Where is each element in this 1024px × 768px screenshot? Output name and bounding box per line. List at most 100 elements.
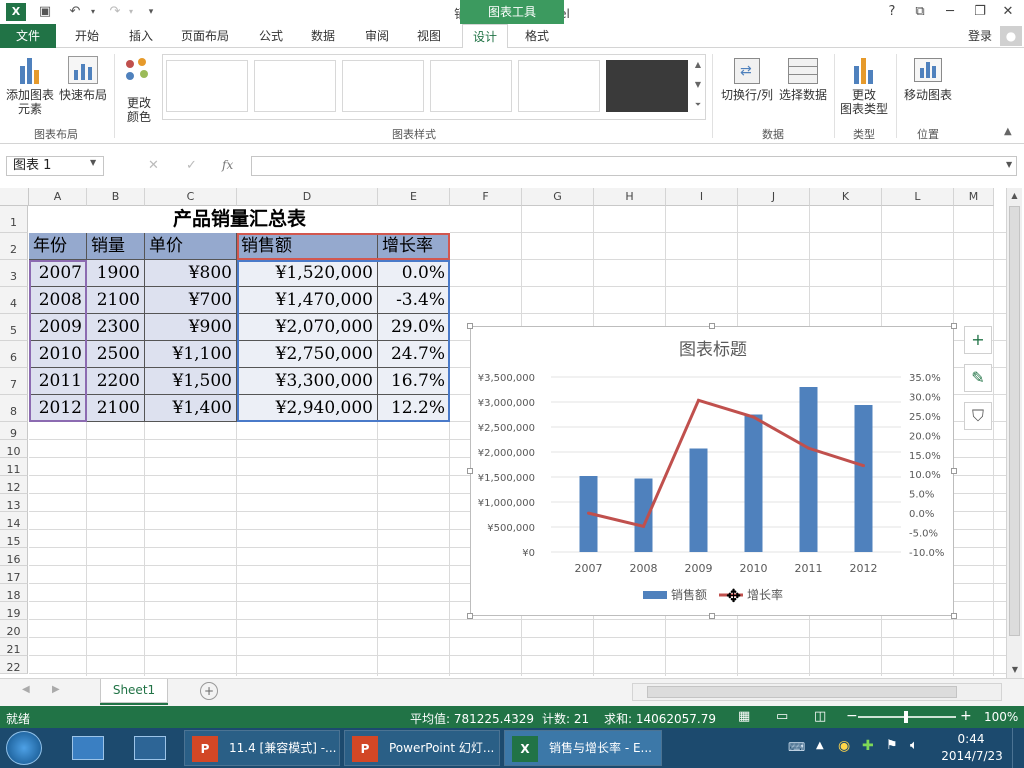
enter-icon[interactable]: ✓ [186,158,197,173]
sign-in-link[interactable]: 登录 [962,24,998,48]
insert-function-button[interactable]: fx [222,158,233,172]
flag-icon[interactable]: ⚑ [886,738,898,753]
tray-expand-icon[interactable]: ▲ [816,740,824,751]
chart-resize-handle[interactable] [709,613,715,619]
tab-design[interactable]: 设计 [462,24,508,48]
gallery-scroll-up-icon[interactable]: ▲ [692,56,704,74]
table-cell[interactable]: 2300 [87,314,145,341]
scroll-up-icon[interactable]: ▲ [1007,188,1022,204]
table-cell[interactable]: 2500 [87,341,145,368]
new-sheet-button[interactable]: + [200,682,218,700]
zoom-out-icon[interactable]: − [846,708,858,724]
change-colors-button[interactable]: 更改 颜色 [116,52,162,124]
table-cell[interactable]: ¥900 [145,314,237,341]
chart-style-thumbnail-3[interactable] [342,60,424,112]
select-data-button[interactable]: 选择数据 [778,52,828,102]
zoom-in-icon[interactable]: + [960,708,972,724]
page-break-view-icon[interactable]: ◫ [814,709,826,724]
tab-page-layout[interactable]: 页面布局 [172,24,238,48]
gallery-expand-icon[interactable]: ⏷ [692,96,704,114]
cancel-icon[interactable]: ✕ [148,158,159,173]
normal-view-icon[interactable]: ▦ [738,709,750,724]
chart-styles-button[interactable]: ✎ [964,364,992,392]
table-header-cell[interactable]: 单价 [145,233,237,260]
show-desktop-strip[interactable] [1012,728,1024,768]
sheet-tab-sheet1[interactable]: Sheet1 [100,679,168,703]
switch-row-column-button[interactable]: ⇄ 切换行/列 [718,52,776,102]
scrollbar-thumb[interactable] [1009,206,1020,636]
chart-resize-handle[interactable] [467,468,473,474]
prev-sheet-icon[interactable]: ◀ [22,684,30,695]
horizontal-scrollbar[interactable] [632,683,1002,701]
add-chart-element-button[interactable]: 添加图表 元素 [4,52,56,116]
horizontal-scrollbar-thumb[interactable] [647,686,957,698]
growth-rate-point [807,446,810,450]
table-cell[interactable]: ¥1,100 [145,341,237,368]
ribbon-display-options-icon[interactable]: ⧉ [908,2,932,22]
gallery-scroll-down-icon[interactable]: ▼ [692,76,704,94]
tab-file[interactable]: 文件 [0,24,56,48]
sheet-tabs-bar: ◀ ▶ Sheet1 + [0,678,1024,706]
formula-input[interactable] [251,156,1017,176]
tab-view[interactable]: 视图 [406,24,452,48]
worksheet[interactable]: A B C D E F G H I J K L M 1 2 3 4 5 6 7 8 9 10 11 12 13 14 15 16 17 18… [0,188,1008,676]
chart-style-thumbnail-1[interactable] [166,60,248,112]
scroll-down-icon[interactable]: ▼ [1007,662,1023,678]
next-sheet-icon[interactable]: ▶ [52,684,60,695]
page-layout-view-icon[interactable]: ▭ [776,709,788,724]
avatar[interactable]: ● [1000,26,1022,46]
name-box-dropdown-icon[interactable]: ▼ [90,158,96,167]
table-cell[interactable]: 2200 [87,368,145,395]
chart-resize-handle[interactable] [467,613,473,619]
expand-formula-bar-icon[interactable]: ▼ [1006,160,1012,169]
table-cell[interactable]: 2100 [87,395,145,422]
tab-format[interactable]: 格式 [514,24,560,48]
chart-style-thumbnail-5[interactable] [518,60,600,112]
restore-button[interactable]: ❐ [968,2,992,22]
quick-layout-button[interactable]: 快速布局 [58,52,108,102]
tray-app-icon[interactable]: ✚ [862,738,874,754]
clock-time[interactable]: 0:44 [944,732,998,746]
table-cell[interactable]: 1900 [87,260,145,287]
chart-style-thumbnail-4[interactable] [430,60,512,112]
chart-resize-handle[interactable] [951,468,957,474]
tab-insert[interactable]: 插入 [118,24,164,48]
table-cell[interactable]: ¥800 [145,260,237,287]
chart-resize-handle[interactable] [467,323,473,329]
clock-date[interactable]: 2014/7/23 [938,749,1006,763]
chart-resize-handle[interactable] [951,323,957,329]
table-cell[interactable]: ¥1,400 [145,395,237,422]
chart-style-thumbnail-2[interactable] [254,60,336,112]
table-cell[interactable]: 2100 [87,287,145,314]
keyboard-icon[interactable]: ⌨ [788,740,805,754]
table-cell[interactable]: ¥700 [145,287,237,314]
tab-formulas[interactable]: 公式 [248,24,294,48]
volume-icon[interactable]: 🔈︎ [910,738,918,753]
x-tick-label: 2010 [740,562,768,575]
minimize-button[interactable]: ─ [938,2,962,22]
zoom-slider-handle[interactable] [904,711,908,723]
move-chart-button[interactable]: 移动图表 [900,52,956,102]
tab-review[interactable]: 审阅 [354,24,400,48]
chart[interactable]: 图表标题 ¥3,500,000 ¥3,000,000 ¥2,500,000 ¥2,000… [470,326,954,616]
app-launcher-icon[interactable] [134,736,166,760]
chart-resize-handle[interactable] [709,323,715,329]
network-icon[interactable]: ◉ [838,738,850,754]
start-button[interactable] [6,731,42,765]
show-desktop-icon[interactable] [72,736,104,760]
close-button[interactable]: ✕ [996,2,1020,22]
table-header-cell[interactable]: 销量 [87,233,145,260]
table-header-cell[interactable]: 年份 [29,233,87,260]
tab-data[interactable]: 数据 [300,24,346,48]
tab-home[interactable]: 开始 [64,24,110,48]
table-cell[interactable]: ¥1,500 [145,368,237,395]
chart-elements-button[interactable]: + [964,326,992,354]
chart-filters-button[interactable]: ⛉ [964,402,992,430]
zoom-level[interactable]: 100% [984,710,1018,724]
change-chart-type-button[interactable]: 更改 图表类型 [838,52,890,116]
chart-resize-handle[interactable] [951,613,957,619]
help-button[interactable]: ? [880,2,904,22]
chart-style-thumbnail-6[interactable] [606,60,688,112]
vertical-scrollbar[interactable]: ▲ ▼ [1006,188,1022,678]
collapse-ribbon-icon[interactable]: ▲ [1004,126,1012,137]
